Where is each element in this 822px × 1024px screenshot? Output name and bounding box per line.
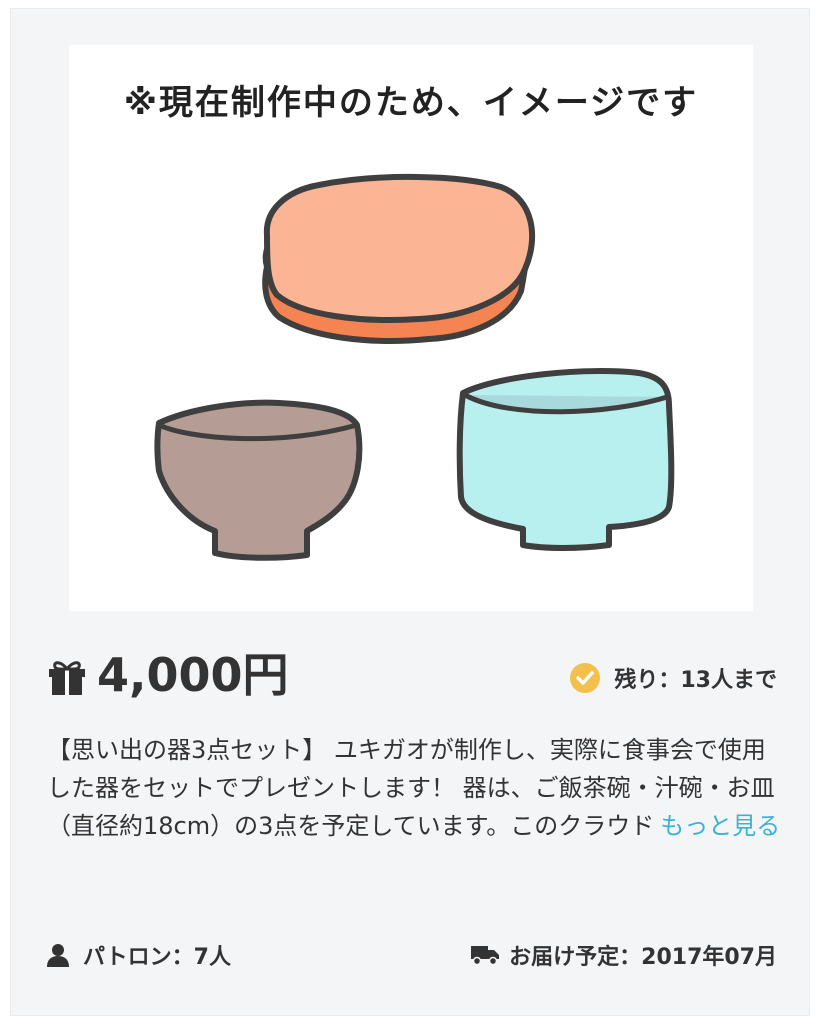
remaining-text: 残り：13人まで xyxy=(614,668,777,693)
check-circle-icon xyxy=(570,663,601,693)
delivery-date: お届け予定：2017年07月 xyxy=(471,937,777,973)
person-icon xyxy=(47,944,69,967)
reward-image: ※現在制作中のため、イメージです xyxy=(69,45,753,611)
price-row: 4,000円 残り：13人まで xyxy=(47,645,777,705)
image-caption: ※現在制作中のため、イメージです xyxy=(123,83,699,123)
tableware-illustration xyxy=(154,173,675,561)
reward-description: 【思い出の器3点セット】 ユキガオが制作し、実際に食事会で使用した器をセットでプ… xyxy=(47,731,787,845)
reward-card[interactable]: ※現在制作中のため、イメージです 4,000円 残り：13人まで 【思い出の器3… xyxy=(10,8,810,1016)
plate-top-illustration xyxy=(263,173,536,323)
delivery-text: お届け予定：2017年07月 xyxy=(509,945,777,970)
remaining-count: 残り：13人まで xyxy=(570,663,777,693)
gift-icon xyxy=(49,661,85,695)
reward-footer: パトロン：7人 お届け予定：2017年07月 xyxy=(47,937,777,973)
patron-count: パトロン：7人 xyxy=(47,937,231,973)
patron-text: パトロン：7人 xyxy=(83,945,231,970)
more-link[interactable]: もっと見る xyxy=(660,812,780,840)
truck-icon xyxy=(471,946,500,966)
brown-bowl-illustration xyxy=(154,399,363,561)
reward-price: 4,000円 xyxy=(97,648,289,702)
